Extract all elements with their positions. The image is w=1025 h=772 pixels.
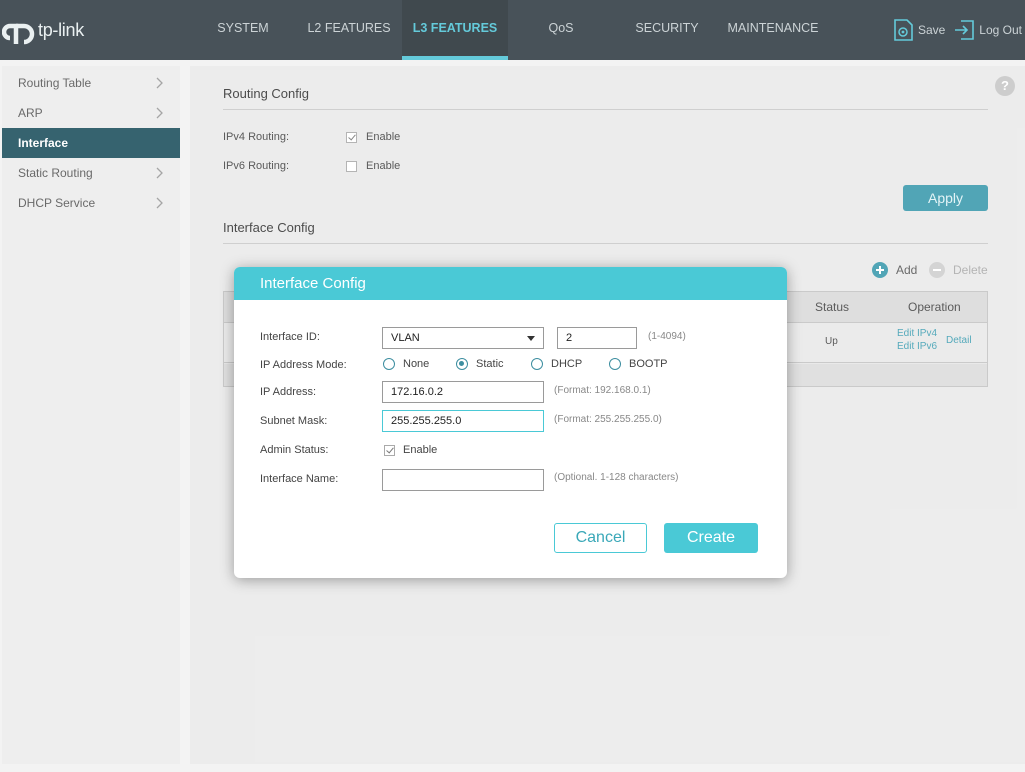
modal-title: Interface Config [234,267,787,300]
interface-name-hint: (Optional. 1-128 characters) [554,472,679,483]
interface-id-input[interactable]: 2 [557,327,637,349]
ip-mode-none-radio[interactable] [383,358,395,370]
ip-mode-bootp-radio[interactable] [609,358,621,370]
subnet-mask-input[interactable]: 255.255.255.0 [382,410,544,432]
subnet-mask-label: Subnet Mask: [260,415,328,427]
ip-address-mode-label: IP Address Mode: [260,359,347,371]
interface-config-modal: Interface Config Interface ID: VLAN 2 (1… [234,267,787,578]
ip-address-hint: (Format: 192.168.0.1) [554,385,651,396]
ip-mode-static-label: Static [476,358,504,370]
ip-mode-bootp-label: BOOTP [629,358,668,370]
interface-name-label: Interface Name: [260,473,339,485]
create-button[interactable]: Create [664,523,758,553]
ip-mode-none-label: None [403,358,430,370]
admin-status-checkbox[interactable] [384,445,395,456]
admin-status-label: Admin Status: [260,444,329,456]
ip-mode-dhcp-radio[interactable] [531,358,543,370]
interface-name-input[interactable] [382,469,544,491]
interface-type-value: VLAN [391,332,420,344]
ip-address-label: IP Address: [260,386,317,398]
ip-address-input[interactable]: 172.16.0.2 [382,381,544,403]
admin-status-enable-label: Enable [403,444,438,456]
interface-type-select[interactable]: VLAN [382,327,544,349]
ip-mode-static-radio[interactable] [456,358,468,370]
interface-id-label: Interface ID: [260,331,320,343]
ip-mode-dhcp-label: DHCP [551,358,583,370]
cancel-button[interactable]: Cancel [554,523,647,553]
interface-id-hint: (1-4094) [648,331,686,342]
subnet-mask-hint: (Format: 255.255.255.0) [554,414,662,425]
dropdown-arrow-icon [527,336,535,341]
